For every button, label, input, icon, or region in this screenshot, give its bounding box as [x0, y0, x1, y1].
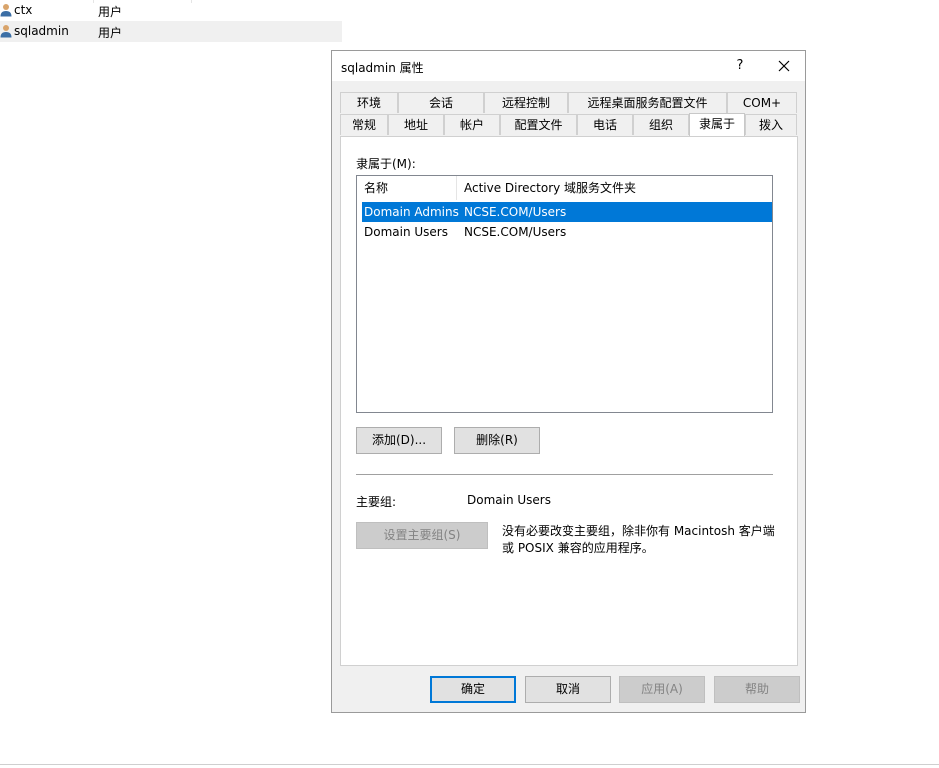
tab-environment[interactable]: 环境 [340, 92, 398, 113]
primary-group-value: Domain Users [467, 493, 551, 507]
user-type: 用户 [98, 5, 123, 19]
screen: ctx 用户 sqladmin 用户 sqladmin 属性 ? 环境 会话 远… [0, 0, 939, 768]
status-divider [0, 764, 939, 765]
primary-group-label: 主要组: [356, 495, 397, 509]
tab-com-plus[interactable]: COM+ [727, 92, 797, 113]
tab-general[interactable]: 常规 [340, 114, 388, 135]
user-type: 用户 [98, 26, 123, 40]
primary-group-note: 没有必要改变主要组，除非你有 Macintosh 客户端或 POSIX 兼容的应… [502, 524, 775, 555]
add-button[interactable]: 添加(D)... [356, 427, 442, 454]
tab-remote-control[interactable]: 远程控制 [484, 92, 568, 113]
user-icon [0, 3, 12, 17]
group-folder: NCSE.COM/Users [464, 225, 567, 239]
tab-sessions[interactable]: 会话 [398, 92, 484, 113]
tab-address[interactable]: 地址 [388, 114, 444, 135]
tab-organization[interactable]: 组织 [633, 114, 689, 135]
apply-button[interactable]: 应用(A) [619, 676, 705, 703]
user-list: ctx 用户 sqladmin 用户 [0, 0, 342, 42]
user-name: sqladmin [14, 24, 69, 38]
member-of-panel: 隶属于(M): 名称 Active Directory 域服务文件夹 Domai… [340, 136, 798, 666]
separator [356, 474, 773, 475]
cancel-button[interactable]: 取消 [525, 676, 611, 703]
group-list-header: 名称 Active Directory 域服务文件夹 [357, 176, 772, 200]
group-row-domain-admins[interactable]: Domain Admins NCSE.COM/Users [362, 202, 772, 222]
column-header-name[interactable]: 名称 [357, 176, 457, 200]
close-button[interactable] [772, 56, 796, 76]
tab-profile[interactable]: 配置文件 [500, 114, 577, 135]
group-row-domain-users[interactable]: Domain Users NCSE.COM/Users [362, 222, 772, 242]
tab-dial-in[interactable]: 拨入 [745, 114, 797, 135]
user-list-row-sqladmin[interactable]: sqladmin 用户 [0, 21, 342, 42]
user-list-row-ctx[interactable]: ctx 用户 [0, 0, 342, 21]
user-icon [0, 24, 12, 38]
column-header-folder[interactable]: Active Directory 域服务文件夹 [457, 176, 772, 200]
tab-member-of[interactable]: 隶属于 [689, 113, 745, 136]
close-icon [778, 60, 790, 72]
help-button[interactable]: 帮助 [714, 676, 800, 703]
dialog-title: sqladmin 属性 [341, 61, 424, 75]
ok-button[interactable]: 确定 [430, 676, 516, 703]
member-of-label: 隶属于(M): [356, 157, 416, 171]
group-name: Domain Users [364, 225, 448, 239]
help-icon[interactable]: ? [730, 56, 750, 76]
group-folder: NCSE.COM/Users [464, 205, 567, 219]
tab-rds-profile[interactable]: 远程桌面服务配置文件 [568, 92, 727, 113]
properties-dialog: sqladmin 属性 ? 环境 会话 远程控制 远程桌面服务配置文件 COM+… [331, 50, 806, 713]
dialog-titlebar[interactable]: sqladmin 属性 ? [332, 51, 805, 81]
set-primary-group-button[interactable]: 设置主要组(S) [356, 522, 488, 549]
group-name: Domain Admins [364, 205, 459, 219]
tab-account[interactable]: 帐户 [444, 114, 500, 135]
tab-telephones[interactable]: 电话 [577, 114, 633, 135]
user-name: ctx [14, 3, 33, 17]
remove-button[interactable]: 删除(R) [454, 427, 540, 454]
group-list[interactable]: 名称 Active Directory 域服务文件夹 Domain Admins… [356, 175, 773, 413]
